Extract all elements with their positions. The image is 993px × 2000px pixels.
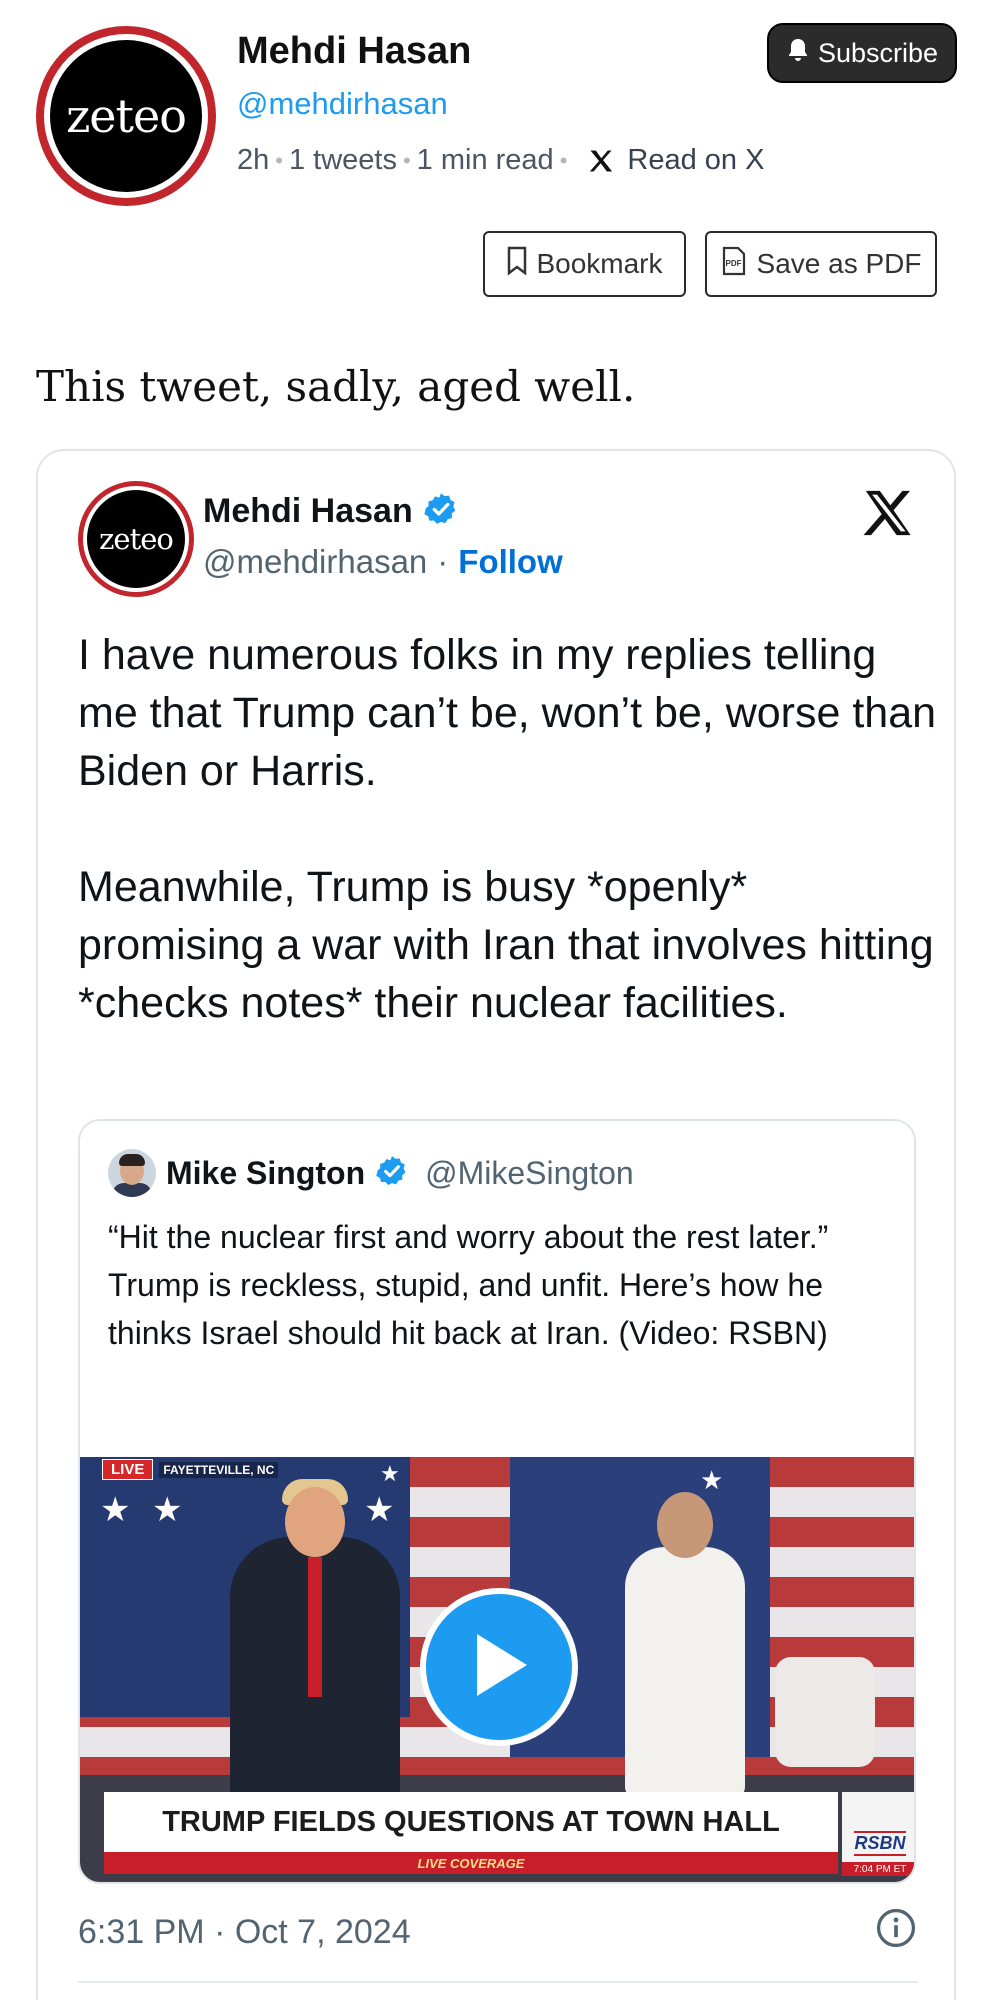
embedded-tweet[interactable]: zeteo Mehdi Hasan @mehdirhasan · Follow …	[36, 449, 956, 2000]
bell-icon	[786, 37, 810, 70]
post-lead-text: This tweet, sadly, aged well.	[36, 362, 636, 411]
author-handle[interactable]: @mehdirhasan	[237, 86, 448, 122]
tweet-author-row: Mehdi Hasan	[203, 491, 459, 532]
tweet-count: 1 tweets	[288, 144, 397, 176]
read-time: 1 min read	[416, 144, 554, 176]
play-icon	[467, 1630, 531, 1705]
post-meta: 2h • 1 tweets • 1 min read • Read on X	[237, 144, 764, 177]
publication-avatar[interactable]: zeteo	[36, 26, 216, 206]
svg-text:PDF: PDF	[725, 259, 741, 268]
star-icon: ★	[700, 1465, 724, 1495]
star-icon: ★	[100, 1491, 131, 1529]
network-label: RSBN	[854, 1831, 906, 1856]
follow-link[interactable]: Follow	[458, 543, 562, 581]
tweet-author-avatar[interactable]: zeteo	[78, 481, 194, 597]
bookmark-icon	[506, 246, 528, 283]
x-logo-icon	[587, 147, 615, 175]
video-player[interactable]: ★ ★ ★ ★ ★ LIVE FAYETTEVILLE, NC TRUMP FI…	[80, 1457, 914, 1882]
star-icon: ★	[152, 1491, 183, 1529]
meta-separator: •	[559, 147, 568, 173]
tweet-paragraph: Meanwhile, Trump is busy *openly* promis…	[78, 863, 934, 1027]
meta-separator: •	[402, 147, 411, 173]
tweet-text: I have numerous folks in my replies tell…	[78, 626, 938, 1090]
save-as-pdf-label: Save as PDF	[756, 248, 922, 279]
tweet-paragraph: I have numerous folks in my replies tell…	[78, 631, 937, 795]
tweet-author-name[interactable]: Mehdi Hasan	[203, 492, 413, 531]
info-icon[interactable]	[874, 1906, 918, 1959]
post-header: zeteo Mehdi Hasan @mehdirhasan 2h • 1 tw…	[0, 0, 993, 310]
broadcast-clock: 7:04 PM ET	[842, 1862, 914, 1876]
speaker-figure	[230, 1479, 400, 1817]
pdf-icon: PDF	[721, 246, 747, 283]
tweet-handle-row: @mehdirhasan · Follow	[203, 543, 563, 581]
tweet-author-handle[interactable]: @mehdirhasan	[203, 543, 427, 581]
video-headline: TRUMP FIELDS QUESTIONS AT TOWN HALL	[104, 1792, 838, 1852]
quoted-author-handle[interactable]: @MikeSington	[425, 1155, 634, 1192]
location-label: FAYETTEVILLE, NC	[159, 1461, 279, 1478]
save-as-pdf-button[interactable]: PDF Save as PDF	[705, 231, 937, 297]
quoted-tweet-header: Mike Sington @MikeSington	[108, 1149, 634, 1197]
play-button[interactable]	[420, 1588, 578, 1746]
quoted-tweet-text: “Hit the nuclear first and worry about t…	[108, 1219, 829, 1351]
read-on-x-link[interactable]: Read on X	[627, 144, 764, 177]
verified-badge-icon	[375, 1154, 409, 1193]
separator: ·	[437, 543, 449, 580]
subscribe-label: Subscribe	[817, 37, 939, 68]
quoted-author-name[interactable]: Mike Sington	[166, 1155, 365, 1192]
author-name[interactable]: Mehdi Hasan	[237, 30, 471, 73]
zeteo-logo: zeteo	[66, 89, 187, 143]
bookmark-label: Bookmark	[536, 248, 663, 279]
meta-separator: •	[275, 147, 283, 173]
quoted-author-avatar[interactable]	[108, 1149, 156, 1197]
quoted-tweet[interactable]: Mike Sington @MikeSington “Hit the nucle…	[78, 1119, 916, 1884]
moderator-figure	[625, 1485, 745, 1797]
tweet-footer: 6:31 PM · Oct 7, 2024	[78, 1906, 918, 1959]
tweet-timestamp[interactable]: 6:31 PM · Oct 7, 2024	[78, 1913, 411, 1952]
verified-badge-icon	[423, 491, 459, 532]
chair	[775, 1657, 875, 1767]
bookmark-button[interactable]: Bookmark	[483, 231, 686, 297]
subscribe-button[interactable]: Subscribe	[767, 23, 957, 83]
live-label: LIVE	[102, 1459, 154, 1480]
live-badge: LIVE FAYETTEVILLE, NC	[102, 1459, 279, 1480]
network-logo: RSBN	[842, 1792, 914, 1862]
post-age: 2h	[237, 144, 270, 176]
x-logo-icon[interactable]	[860, 485, 916, 546]
divider	[78, 1981, 918, 1983]
star-icon: ★	[364, 1491, 395, 1529]
video-ticker: LIVE COVERAGE	[104, 1852, 838, 1874]
star-icon: ★	[380, 1461, 400, 1486]
zeteo-logo: zeteo	[99, 522, 174, 556]
